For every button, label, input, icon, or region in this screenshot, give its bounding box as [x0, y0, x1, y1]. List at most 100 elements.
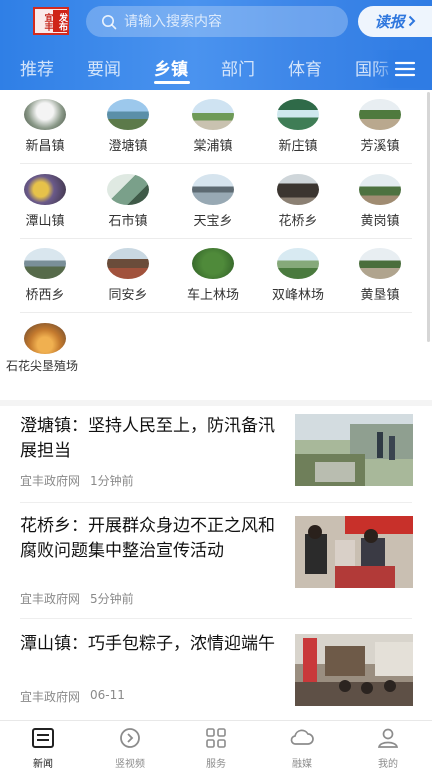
channel-tabs: 推荐 要闻 乡镇 部门 体育 国际	[0, 50, 432, 88]
user-icon	[376, 727, 400, 753]
town-item-xinzhuang[interactable]: 新庄镇	[255, 99, 341, 154]
town-photo	[107, 174, 149, 205]
town-item-huanggang[interactable]: 黄岗镇	[337, 174, 423, 229]
nav-media[interactable]: 融媒	[272, 727, 332, 768]
town-item-tianbao[interactable]: 天宝乡	[170, 174, 256, 229]
town-item-fangxi[interactable]: 芳溪镇	[337, 99, 423, 154]
town-label: 同安乡	[108, 288, 148, 303]
nav-services[interactable]: 服务	[186, 727, 246, 768]
scrollbar[interactable]	[427, 92, 430, 342]
town-item-cheshang-forest[interactable]: 车上林场	[170, 248, 256, 303]
app-logo[interactable]: 宜丰 发布	[33, 7, 69, 35]
town-item-huangken[interactable]: 黄垦镇	[337, 248, 423, 303]
news-thumbnail	[295, 634, 413, 706]
town-label: 黄垦镇	[360, 288, 400, 303]
nav-label: 服务	[206, 759, 226, 768]
news-time: 1分钟前	[90, 474, 134, 488]
news-divider	[20, 618, 412, 619]
news-title: 澄塘镇：坚持人民至上，防汛备汛展担当	[20, 416, 275, 461]
town-photo	[359, 248, 401, 279]
news-time: 5分钟前	[90, 592, 134, 606]
town-photo	[192, 174, 234, 205]
news-title: 花桥乡：开展群众身边不正之风和腐败问题集中整治宣传活动	[20, 516, 275, 561]
read-button-label: 读报	[374, 13, 405, 31]
town-photo	[277, 174, 319, 205]
town-photo	[24, 323, 66, 354]
news-item[interactable]: 澄塘镇：坚持人民至上，防汛备汛展担当 宜丰政府网 1分钟前	[20, 414, 413, 492]
menu-icon[interactable]	[394, 60, 416, 78]
tab-towns[interactable]: 乡镇	[154, 55, 188, 80]
town-photo	[24, 174, 66, 205]
town-label: 芳溪镇	[360, 139, 400, 154]
town-label: 新昌镇	[25, 139, 65, 154]
town-photo	[359, 174, 401, 205]
news-icon	[31, 727, 55, 753]
top-header: 宜丰 发布 读报 推荐 要闻 乡镇 部门 体育 国际	[0, 0, 432, 90]
nav-profile[interactable]: 我的	[358, 727, 418, 768]
town-photo	[192, 248, 234, 279]
nav-label: 我的	[378, 759, 398, 768]
town-photo	[359, 99, 401, 130]
read-newspaper-button[interactable]: 读报	[358, 6, 432, 37]
news-meta: 宜丰政府网 06-11	[20, 688, 125, 705]
search-input[interactable]	[124, 7, 334, 36]
grid-divider	[20, 238, 412, 239]
search-bar[interactable]	[86, 6, 348, 37]
town-item-qiaoxi[interactable]: 桥西乡	[2, 248, 88, 303]
town-item-tanshan[interactable]: 潭山镇	[2, 174, 88, 229]
town-photo	[24, 248, 66, 279]
town-label: 黄岗镇	[360, 214, 400, 229]
town-label: 石市镇	[108, 214, 148, 229]
town-label: 澄塘镇	[108, 139, 148, 154]
grid-divider	[20, 312, 412, 313]
nav-short-video[interactable]: 竖视频	[100, 727, 160, 768]
town-item-tangpu[interactable]: 棠浦镇	[170, 99, 256, 154]
news-meta: 宜丰政府网 1分钟前	[20, 472, 134, 489]
town-item-shishi[interactable]: 石市镇	[85, 174, 171, 229]
town-label: 车上林场	[186, 288, 239, 303]
search-icon	[94, 14, 124, 30]
town-grid: 新昌镇 澄塘镇 棠浦镇 新庄镇 芳溪镇 潭山镇 石市镇 天宝乡 花桥乡 黄岗镇 …	[0, 90, 432, 406]
town-item-chengtang[interactable]: 澄塘镇	[85, 99, 171, 154]
town-item-shihuajian[interactable]: 石花尖垦殖场	[2, 323, 88, 373]
tab-recommend[interactable]: 推荐	[20, 55, 54, 80]
nav-news[interactable]: 新闻	[13, 727, 73, 768]
town-label: 天宝乡	[193, 214, 233, 229]
news-time: 06-11	[90, 688, 125, 702]
town-photo	[192, 99, 234, 130]
news-item[interactable]: 花桥乡：开展群众身边不正之风和腐败问题集中整治宣传活动 宜丰政府网 5分钟前	[20, 514, 413, 607]
logo-text-left: 宜丰	[42, 13, 53, 31]
play-circle-icon	[118, 727, 142, 753]
town-label: 棠浦镇	[193, 139, 233, 154]
news-title: 潭山镇：巧手包粽子，浓情迎端午	[20, 634, 275, 654]
news-thumbnail	[295, 414, 413, 486]
town-photo	[107, 99, 149, 130]
news-item[interactable]: 潭山镇：巧手包粽子，浓情迎端午 宜丰政府网 06-11	[20, 632, 413, 712]
news-source: 宜丰政府网	[20, 690, 81, 704]
active-tab-indicator	[154, 81, 190, 84]
town-label: 桥西乡	[25, 288, 65, 303]
town-item-xinchang[interactable]: 新昌镇	[2, 99, 88, 154]
town-item-tongan[interactable]: 同安乡	[85, 248, 171, 303]
news-thumbnail	[295, 516, 413, 588]
town-label: 石花尖垦殖场	[6, 359, 79, 373]
tab-sports[interactable]: 体育	[288, 55, 322, 80]
nav-label: 融媒	[292, 759, 312, 768]
town-item-huaqiao[interactable]: 花桥乡	[255, 174, 341, 229]
town-photo	[277, 99, 319, 130]
section-divider	[0, 400, 432, 406]
nav-label: 竖视频	[115, 759, 145, 768]
town-item-shuangfeng-forest[interactable]: 双峰林场	[255, 248, 341, 303]
town-label: 新庄镇	[278, 139, 318, 154]
news-divider	[20, 502, 412, 503]
tab-departments[interactable]: 部门	[221, 55, 255, 80]
grid-icon	[204, 727, 228, 753]
bottom-navigation: 新闻 竖视频 服务 融媒 我的	[0, 720, 432, 768]
town-photo	[24, 99, 66, 130]
grid-divider	[20, 163, 412, 164]
tab-headlines[interactable]: 要闻	[87, 55, 121, 80]
cloud-icon	[289, 727, 315, 753]
news-meta: 宜丰政府网 5分钟前	[20, 590, 134, 607]
town-label: 潭山镇	[25, 214, 65, 229]
town-label: 双峰林场	[271, 288, 324, 303]
